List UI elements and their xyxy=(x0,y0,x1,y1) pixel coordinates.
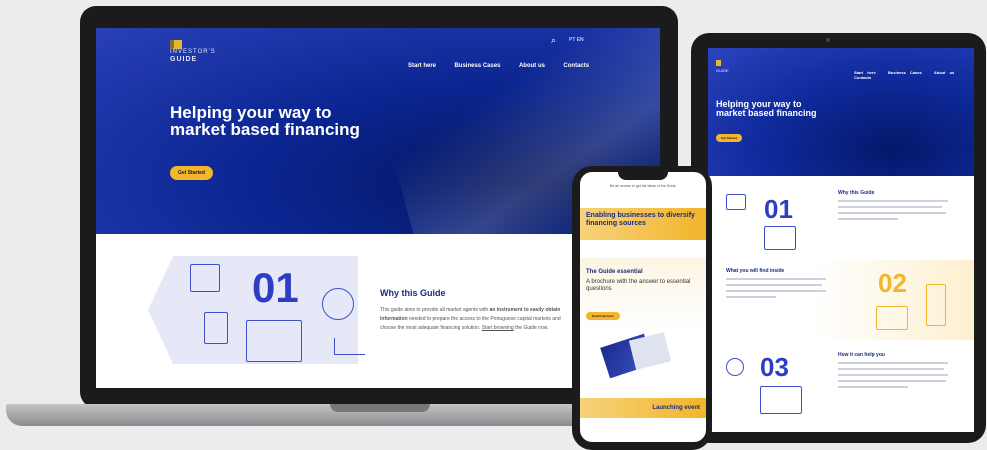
globe-icon xyxy=(322,288,354,320)
tablet-get-started-button[interactable]: Get Started xyxy=(716,134,743,142)
magnifier-icon xyxy=(726,358,744,376)
text-line xyxy=(838,362,948,364)
text-line xyxy=(838,386,908,388)
text-line xyxy=(838,218,898,220)
tablet-logo-text: GUIDE xyxy=(716,68,729,73)
text-line xyxy=(726,296,776,298)
text-line xyxy=(726,284,822,286)
tablet-camera xyxy=(826,38,830,42)
tablet-nav: Start here Business Cases About us Conta… xyxy=(854,70,974,80)
body-text: This guide aims to provide all market ag… xyxy=(380,307,490,313)
logo-line2: GUIDE xyxy=(170,56,198,63)
folder-icon xyxy=(726,194,746,210)
document-icon xyxy=(926,284,946,326)
text-line xyxy=(726,290,826,292)
tablet-number-01: 01 xyxy=(764,194,793,224)
tablet-screen: GUIDE Start here Business Cases About us… xyxy=(708,48,974,432)
laptop-trackpad-notch xyxy=(330,404,430,412)
tablet-hero: GUIDE Start here Business Cases About us… xyxy=(708,48,974,176)
section-number: 01 xyxy=(252,264,299,311)
get-started-button[interactable]: Get Started xyxy=(170,166,213,180)
nav-contacts[interactable]: Contacts xyxy=(854,75,871,80)
phone-download-button[interactable]: Download here xyxy=(586,312,620,320)
logo-line1: INVESTOR'S xyxy=(170,49,216,55)
tablet-hero-title: Helping your way to market based financi… xyxy=(716,99,817,118)
main-nav: Start here Business Cases About us Conta… xyxy=(394,54,589,72)
text-line xyxy=(838,206,942,208)
phone-screen: Be an access to get the ideas of the Gui… xyxy=(580,172,706,442)
laptop-list-icon xyxy=(760,386,802,414)
nav-start-here[interactable]: Start here xyxy=(408,63,436,69)
chart-icon xyxy=(334,338,365,355)
text-line xyxy=(838,212,946,214)
hero-title: Helping your way to market based financi… xyxy=(170,103,360,139)
section-title: Why this Guide xyxy=(380,288,446,298)
phone-banner-title: Enabling businesses to diversify financi… xyxy=(586,212,695,227)
phone-top-text: Be an access to get the ideas of the Gui… xyxy=(610,184,676,188)
logo-icon xyxy=(170,40,182,49)
start-browsing-link[interactable]: Start browsing xyxy=(482,325,514,331)
nav-business-cases[interactable]: Business Cases xyxy=(888,70,922,75)
checklist-window-icon xyxy=(246,320,302,362)
nav-about-us[interactable]: About us xyxy=(934,70,954,75)
text-line xyxy=(838,374,948,376)
nav-contacts[interactable]: Contacts xyxy=(563,63,589,69)
logo-icon xyxy=(716,60,721,66)
tablet-section-title: What you will find inside xyxy=(726,268,785,274)
language-switch[interactable]: PT EN xyxy=(569,37,584,43)
checklist-window-icon xyxy=(764,226,796,250)
section-body: This guide aims to provide all market ag… xyxy=(380,306,570,333)
hand-card-icon xyxy=(876,306,908,330)
text-line xyxy=(726,278,826,280)
tablet-number-03: 03 xyxy=(760,352,789,382)
body-text: the Guide now. xyxy=(513,325,549,331)
phone-guide-title: The Guide essential xyxy=(586,269,643,275)
search-icon[interactable]: ⌕ xyxy=(551,35,556,46)
text-line xyxy=(838,200,948,202)
site-logo[interactable]: INVESTOR'S GUIDE xyxy=(170,40,216,63)
nav-about-us[interactable]: About us xyxy=(519,63,545,69)
tablet-section-title: Why this Guide xyxy=(838,190,875,196)
phone-notch xyxy=(618,172,668,180)
folder-icon xyxy=(190,264,220,292)
text-line xyxy=(838,368,944,370)
nav-business-cases[interactable]: Business Cases xyxy=(454,63,500,69)
text-line xyxy=(838,380,946,382)
phone-footer-band: Launching event xyxy=(580,398,706,418)
phone-banner: Enabling businesses to diversify financi… xyxy=(580,208,706,240)
tablet-number-02: 02 xyxy=(878,268,907,298)
phone-chat-icon xyxy=(204,312,228,344)
phone-launch-title: Launching event xyxy=(652,405,700,411)
phone-guide-text: A brochure with the answer to essential … xyxy=(586,279,691,292)
tablet-section-title: How it can help you xyxy=(838,352,885,358)
